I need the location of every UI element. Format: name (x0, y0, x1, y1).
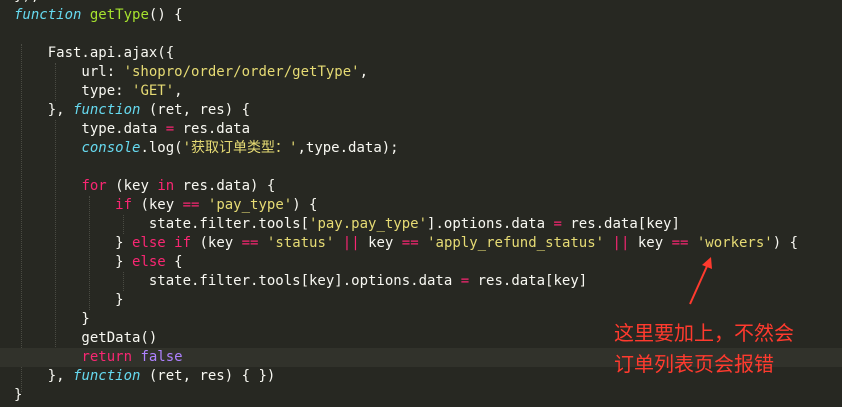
code-token: (key (106, 178, 158, 194)
annotation-line-2: 订单列表页会报错 (614, 352, 774, 376)
code-token: } (14, 292, 124, 308)
code-token: || (612, 235, 630, 251)
code-token: function (73, 368, 141, 384)
code-token: url: (14, 64, 124, 80)
code-token: getData() (14, 330, 158, 346)
code-editor[interactable]: });function getType() { Fast.api.ajax({ … (0, 0, 842, 407)
code-token: 'workers' (696, 235, 773, 251)
code-token: 'apply_refund_status' (427, 235, 605, 251)
code-token: == (671, 235, 689, 251)
code-token: ); (22, 0, 39, 4)
code-token: .log( (140, 140, 183, 156)
annotation-arrow (689, 257, 712, 305)
code-token: = (553, 216, 562, 232)
code-token: ) { (772, 235, 799, 251)
code-token: function (14, 7, 82, 23)
code-line[interactable]: state.filter.tools['pay.pay_type'].optio… (14, 215, 842, 234)
code-token: }, (14, 368, 74, 384)
code-token: res.data (174, 121, 251, 137)
code-token: () { (148, 7, 183, 23)
code-line[interactable]: if (key == 'pay_type') { (14, 196, 842, 215)
code-token: 'pay.pay_type' (309, 216, 428, 232)
code-line[interactable]: type.data = res.data (14, 120, 842, 139)
code-token: = (165, 121, 175, 137)
code-line[interactable]: }, function (ret, res) { (14, 101, 842, 120)
code-token: key (629, 235, 672, 251)
code-token: 'status' (266, 235, 335, 251)
code-token: 'pay_type' (207, 197, 293, 213)
code-line[interactable]: } (14, 386, 842, 405)
code-token: function (73, 102, 141, 118)
code-token: (key (191, 235, 242, 251)
code-token: (key (132, 197, 183, 213)
code-line[interactable]: type: 'GET', (14, 82, 842, 101)
code-token: '获取订单类型：' (182, 140, 298, 156)
code-token: } (14, 254, 133, 270)
code-token: res.data) { (174, 178, 276, 194)
code-token: type: (14, 83, 133, 99)
code-token: res.data[key] (561, 216, 680, 232)
code-line[interactable] (14, 25, 842, 44)
code-token: } (14, 235, 133, 251)
code-line[interactable]: function getType() { (14, 6, 842, 25)
code-token: ,type.data); (297, 140, 399, 156)
code-token: , (174, 83, 183, 99)
code-token: if (174, 235, 192, 251)
code-line[interactable]: } else if (key == 'status' || key == 'ap… (14, 234, 842, 253)
code-token: = (460, 273, 470, 289)
code-token: false (140, 349, 183, 365)
code-token: ].options.data (427, 216, 554, 232)
code-token: == (401, 235, 419, 251)
code-line[interactable]: console.log('获取订单类型：',type.data); (14, 139, 842, 158)
code-token: { (165, 254, 183, 270)
code-token: console (81, 140, 141, 156)
code-token: == (241, 235, 259, 251)
code-token: == (182, 197, 200, 213)
code-token: } (14, 387, 23, 403)
code-token: Fast.api.ajax({ (14, 45, 175, 61)
code-token: getType (89, 7, 149, 23)
code-token: key (359, 235, 402, 251)
code-line[interactable]: Fast.api.ajax({ (14, 44, 842, 63)
code-line[interactable]: url: 'shopro/order/order/getType', (14, 63, 842, 82)
code-token: (ret, res) { }) (140, 368, 276, 384)
code-token: state.filter.tools[ (14, 216, 310, 232)
code-token: else (132, 235, 166, 251)
code-line[interactable] (14, 158, 842, 177)
code-token: type.data (14, 121, 166, 137)
annotation-line-1: 这里要加上，不然会 (614, 321, 794, 345)
code-token: } (14, 311, 90, 327)
code-token: state.filter.tools[key].options.data (14, 273, 461, 289)
code-token: || (342, 235, 360, 251)
code-token: if (115, 197, 133, 213)
code-token: (ret, res) { (140, 102, 251, 118)
code-token: in (157, 178, 175, 194)
annotation-note: 这里要加上，不然会 订单列表页会报错 (614, 318, 794, 380)
code-token: else (132, 254, 166, 270)
code-line[interactable]: for (key in res.data) { (14, 177, 842, 196)
code-token: 'GET' (132, 83, 175, 99)
code-token: , (359, 64, 369, 80)
code-token: res.data[key] (469, 273, 588, 289)
code-token: ) { (292, 197, 318, 213)
code-token: for (81, 178, 107, 194)
code-token: }, (14, 102, 74, 118)
code-token: return (81, 349, 133, 365)
code-token: 'shopro/order/order/getType' (123, 64, 360, 80)
